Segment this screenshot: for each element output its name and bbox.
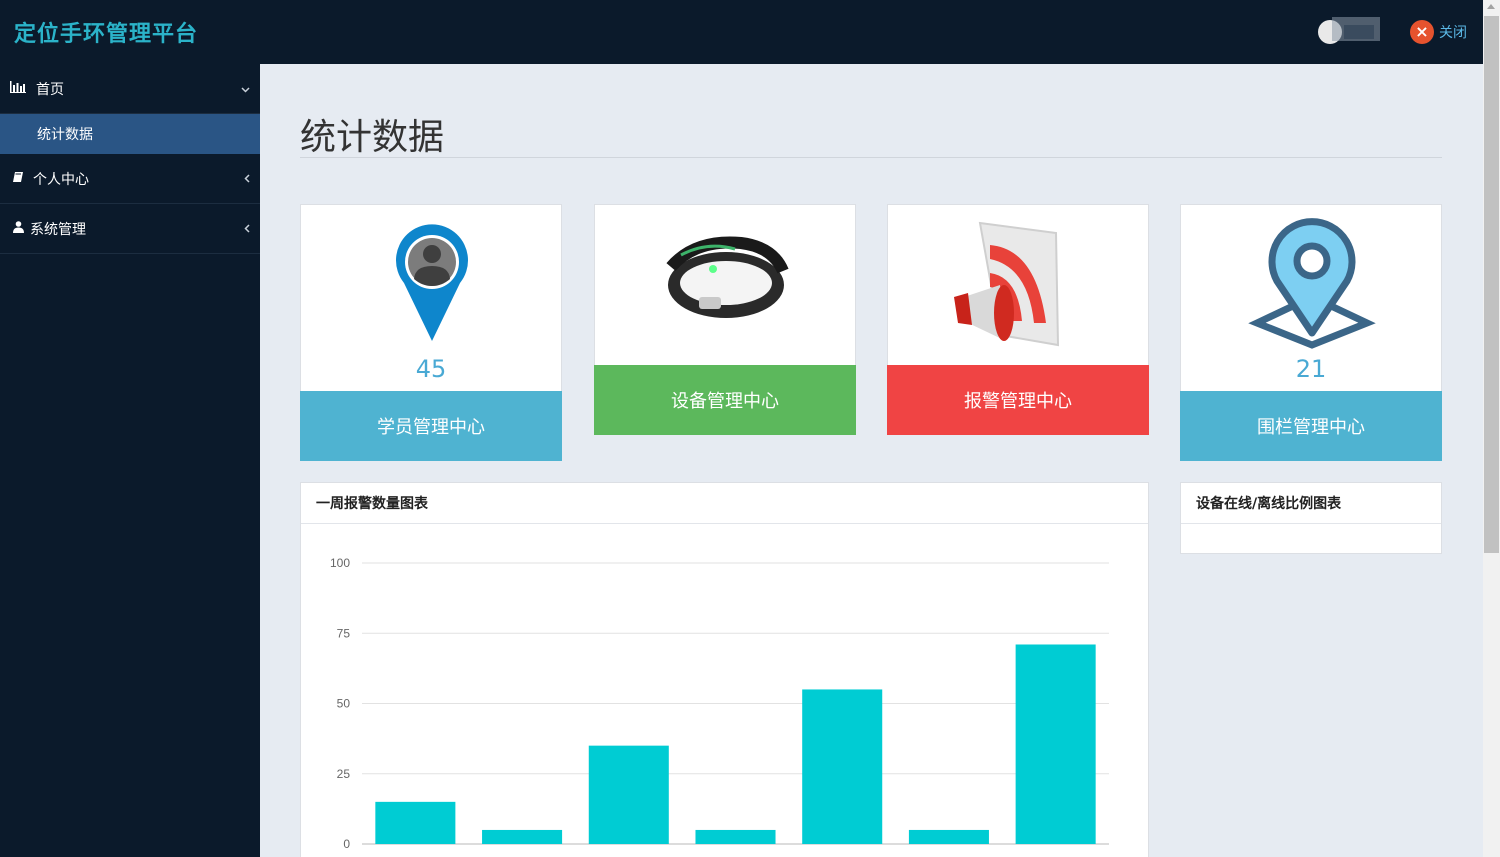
sidebar-item-label: 首页 <box>36 81 64 98</box>
sidebar-item-personal-center[interactable]: 个人中心 <box>0 154 260 204</box>
book-icon <box>9 171 27 186</box>
student-management-card[interactable]: 45 学员管理中心 <box>300 204 562 461</box>
weekly-alarm-chart-title: 一周报警数量图表 <box>301 483 1148 524</box>
bar[interactable] <box>588 745 669 844</box>
top-bar: 定位手环管理平台 × 关闭 <box>0 0 1483 64</box>
device-management-label: 设备管理中心 <box>594 365 856 435</box>
scroll-up-arrow-icon[interactable] <box>1487 4 1495 9</box>
bar-chart-icon <box>9 81 27 96</box>
bar[interactable] <box>695 829 776 844</box>
user-icon <box>9 221 27 236</box>
y-tick-label: 50 <box>337 697 351 711</box>
y-tick-label: 75 <box>337 626 351 640</box>
sidebar-item-home[interactable]: 首页 <box>0 64 260 114</box>
megaphone-icon <box>888 205 1148 369</box>
bar[interactable] <box>482 829 563 844</box>
bar[interactable] <box>908 829 989 844</box>
scroll-thumb[interactable] <box>1484 16 1499 553</box>
student-management-label: 学员管理中心 <box>300 391 562 461</box>
sidebar-item-system-management[interactable]: 系统管理 <box>0 204 260 254</box>
close-label: 关闭 <box>1439 25 1467 41</box>
alarm-management-card[interactable]: 报警管理中心 <box>887 204 1149 435</box>
sidebar-subitem-statistics[interactable]: 统计数据 <box>0 114 260 154</box>
chevron-left-icon <box>244 222 250 236</box>
user-avatar[interactable] <box>1318 17 1382 47</box>
fence-count: 21 <box>1295 355 1327 383</box>
chevron-down-icon <box>241 82 250 96</box>
y-tick-label: 0 <box>343 837 350 851</box>
student-count: 45 <box>415 355 447 383</box>
user-name-redacted-inner <box>1344 25 1374 39</box>
page-scrollbar[interactable] <box>1483 0 1500 857</box>
online-ratio-chart-panel: 设备在线/离线比例图表 <box>1180 482 1442 554</box>
online-ratio-chart-title: 设备在线/离线比例图表 <box>1181 483 1441 524</box>
bar[interactable] <box>802 689 883 844</box>
fence-management-card[interactable]: 21 围栏管理中心 <box>1180 204 1442 461</box>
chevron-left-icon <box>244 172 250 186</box>
app-title: 定位手环管理平台 <box>14 22 199 47</box>
alarm-management-label: 报警管理中心 <box>887 365 1149 435</box>
page-title: 统计数据 <box>300 117 445 158</box>
wristband-icon <box>595 205 855 369</box>
weekly-alarm-bar-chart: 0 25 50 75 100 <box>330 556 1109 851</box>
y-tick-label: 25 <box>337 767 351 781</box>
sidebar: 首页 统计数据 个人中心 系统管理 <box>0 64 260 857</box>
bar[interactable] <box>375 801 456 844</box>
y-tick-label: 100 <box>330 556 350 570</box>
bar[interactable] <box>1015 644 1096 844</box>
title-divider <box>300 157 1442 158</box>
person-pin-icon <box>301 205 561 359</box>
sidebar-item-label: 个人中心 <box>33 171 89 188</box>
fence-management-label: 围栏管理中心 <box>1180 391 1442 461</box>
close-button[interactable]: × 关闭 <box>1410 20 1467 44</box>
close-icon: × <box>1410 20 1434 44</box>
map-pin-icon <box>1181 205 1441 359</box>
device-management-card[interactable]: 设备管理中心 <box>594 204 856 435</box>
sidebar-item-label: 系统管理 <box>30 221 86 238</box>
